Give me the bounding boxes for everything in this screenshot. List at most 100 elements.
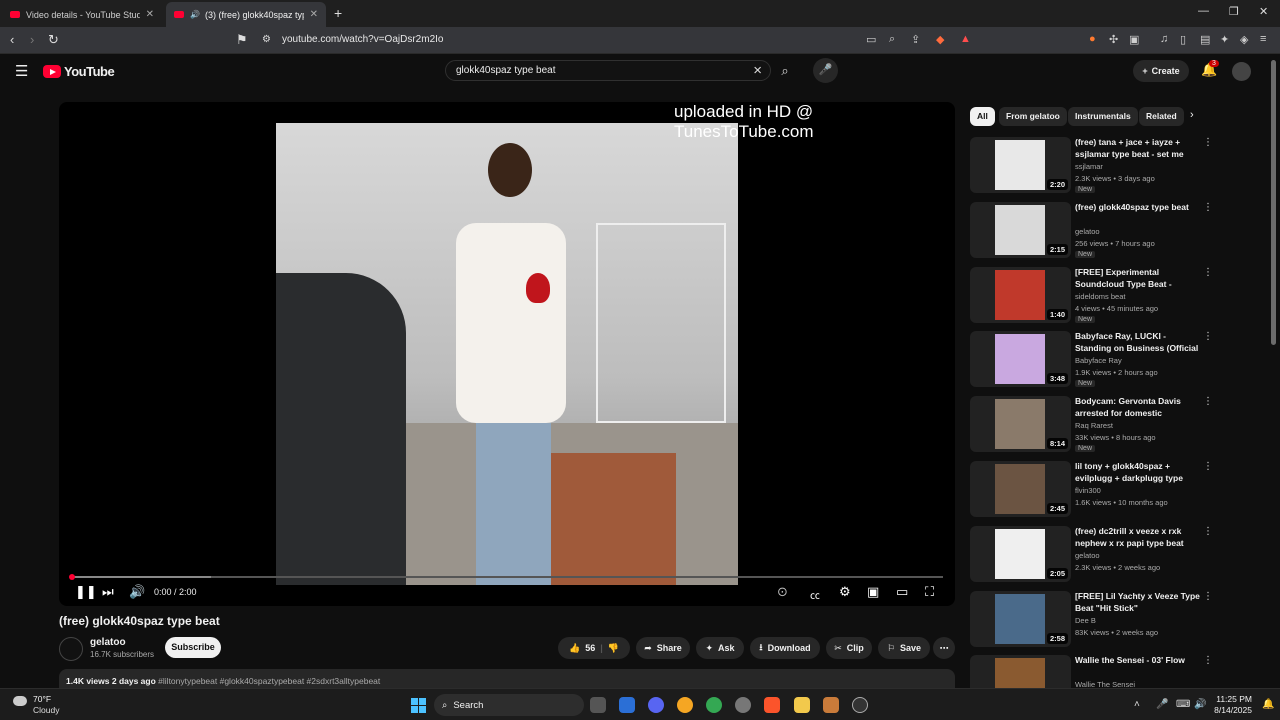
file-explorer-icon[interactable] (794, 697, 810, 713)
more-vertical-icon[interactable]: ⋮ (1203, 526, 1213, 537)
more-vertical-icon[interactable]: ⋮ (1203, 461, 1213, 472)
brave-icon[interactable] (764, 697, 780, 713)
autoplay-toggle-icon[interactable]: ⊙ (777, 584, 788, 600)
video-thumbnail[interactable]: 2:58 (970, 591, 1071, 647)
chip-related[interactable]: Related (1139, 107, 1184, 126)
miniplayer-icon[interactable]: ▣ (867, 584, 879, 600)
tab-current-video[interactable]: 🔊 (3) (free) glokk40spaz type beat ✕ (166, 2, 326, 27)
video-thumbnail[interactable]: 2:45 (970, 461, 1071, 517)
extensions-puzzle-icon[interactable]: ✣ (1109, 33, 1118, 46)
like-icon[interactable]: 👍 (569, 643, 580, 654)
volume-icon[interactable]: 🔊 (129, 584, 145, 600)
more-vertical-icon[interactable]: ⋮ (1203, 267, 1213, 278)
cast-icon[interactable]: ▭ (866, 33, 876, 46)
leo-ai-icon[interactable]: ✦ (1220, 33, 1229, 46)
brave-shields-icon[interactable]: ◆ (936, 33, 944, 46)
bookmark-icon[interactable]: ⚑ (236, 32, 248, 48)
video-thumbnail[interactable]: 3:48 (970, 331, 1071, 387)
pause-icon[interactable]: ❚❚ (75, 584, 97, 600)
weather-temperature[interactable]: 70°F (33, 694, 51, 704)
tab-youtube-studio[interactable]: Video details - YouTube Studio ✕ (2, 2, 162, 27)
video-thumbnail[interactable]: 1:40 (970, 267, 1071, 323)
windows-start-icon[interactable] (411, 698, 426, 713)
discord-icon[interactable] (648, 697, 664, 713)
video-thumbnail[interactable]: 8:14 (970, 396, 1071, 452)
more-vertical-icon[interactable]: ⋮ (1203, 137, 1213, 148)
media-icon[interactable]: ♫ (1160, 33, 1168, 45)
video-thumbnail[interactable]: 2:20 (970, 137, 1071, 193)
like-count[interactable]: 56 (585, 643, 595, 653)
recommendation-title[interactable]: Babyface Ray, LUCKI - Standing on Busine… (1075, 331, 1201, 355)
notification-center-icon[interactable]: 🔔 (1262, 699, 1274, 710)
video-thumbnail[interactable]: 2:15 (970, 202, 1071, 258)
recommendation-channel[interactable]: Dee B (1075, 616, 1096, 625)
network-icon[interactable]: ⌨ (1176, 699, 1190, 710)
clear-search-icon[interactable]: × (753, 62, 762, 79)
vpn-icon[interactable]: ◈ (1240, 33, 1248, 46)
new-tab-button[interactable]: + (334, 5, 342, 21)
close-window-icon[interactable]: ✕ (1259, 5, 1268, 18)
more-vertical-icon[interactable]: ⋮ (1203, 396, 1213, 407)
recommendation-item[interactable]: 1:40 [FREE] Experimental Soundcloud Type … (970, 267, 1215, 325)
clock-time[interactable]: 11:25 PM (1212, 694, 1252, 704)
screenshot-icon[interactable]: ▣ (1129, 33, 1139, 46)
site-settings-icon[interactable]: ⚙ (262, 34, 271, 45)
minimize-icon[interactable]: — (1198, 5, 1209, 17)
task-view-icon[interactable] (590, 697, 606, 713)
recommendation-channel[interactable]: Babyface Ray (1075, 356, 1122, 365)
store-icon[interactable] (619, 697, 635, 713)
voice-search-mic-icon[interactable]: 🎤 (813, 58, 838, 83)
save-button[interactable]: ⚐ Save (878, 637, 930, 659)
recommendation-title[interactable]: lil tony + glokk40spaz + evilplugg + dar… (1075, 461, 1201, 485)
clip-button[interactable]: ✂ Clip (826, 637, 872, 659)
recommendation-item[interactable]: 3:48 Babyface Ray, LUCKI - Standing on Bu… (970, 331, 1215, 389)
account-avatar[interactable] (1232, 62, 1251, 81)
ask-button[interactable]: ✦ Ask (696, 637, 744, 659)
search-input[interactable]: glokk40spaz type beat (456, 65, 556, 76)
download-button[interactable]: ⭳ Download (750, 637, 820, 659)
video-thumbnail[interactable]: 2:05 (970, 526, 1071, 582)
extension-icon[interactable]: ● (1089, 33, 1096, 45)
recommendation-channel[interactable]: Raq Rarest (1075, 421, 1113, 430)
steam-icon[interactable] (735, 697, 751, 713)
dislike-icon[interactable]: 👎 (608, 643, 619, 654)
chevron-right-icon[interactable]: › (1190, 109, 1194, 121)
more-vertical-icon[interactable]: ⋮ (1203, 202, 1213, 213)
recommendation-channel[interactable]: gelatoo (1075, 227, 1100, 236)
recommendation-title[interactable]: [FREE] Lil Yachty x Veeze Type Beat "Hit… (1075, 591, 1201, 614)
recommendation-title[interactable]: Wallie the Sensei - 03' Flow (1075, 655, 1201, 667)
close-tab-icon[interactable]: ✕ (146, 9, 154, 20)
recommendation-title[interactable]: [FREE] Experimental Soundcloud Type Beat… (1075, 267, 1201, 291)
page-scrollbar[interactable] (1271, 60, 1276, 345)
recommendation-channel[interactable]: sideldoms beat (1075, 292, 1125, 301)
brave-rewards-icon[interactable]: ▲ (960, 33, 971, 45)
weather-cloud-icon[interactable] (13, 696, 27, 706)
chip-from-channel[interactable]: From gelatoo (999, 107, 1067, 126)
youtube-logo[interactable]: YouTube (43, 64, 115, 79)
video-player[interactable]: uploaded in HD @ TunesToTube.com ❚❚ ⏭ 🔊 … (59, 102, 955, 606)
chip-all[interactable]: All (970, 107, 995, 126)
chip-instrumentals[interactable]: Instrumentals (1068, 107, 1138, 126)
recommendation-item[interactable]: 2:45 lil tony + glokk40spaz + evilplugg +… (970, 461, 1215, 519)
share-button[interactable]: ➦ Share (636, 637, 690, 659)
close-tab-icon[interactable]: ✕ (310, 9, 318, 20)
more-vertical-icon[interactable]: ⋮ (1203, 331, 1213, 342)
search-box[interactable]: glokk40spaz type beat × (445, 60, 771, 81)
settings-gear-icon[interactable]: ⚙ (839, 584, 851, 600)
scrubber-handle[interactable] (69, 574, 75, 580)
hamburger-menu-icon[interactable]: ☰ (15, 62, 28, 80)
back-icon[interactable]: ‹ (10, 32, 14, 47)
tray-mic-icon[interactable]: 🎤 (1156, 699, 1168, 710)
audio-playing-icon[interactable]: 🔊 (190, 10, 200, 19)
wallet-icon[interactable]: ▤ (1200, 33, 1210, 46)
more-vertical-icon[interactable]: ⋮ (1203, 591, 1213, 602)
create-button[interactable]: + Create (1133, 60, 1189, 82)
more-actions-button[interactable]: ⋯ (933, 637, 955, 659)
recommendation-item[interactable]: 8:14 Bodycam: Gervonta Davis arrested for… (970, 396, 1215, 454)
forward-icon[interactable]: › (30, 32, 34, 47)
zoom-icon[interactable]: ⌕ (889, 33, 895, 46)
share-page-icon[interactable]: ⇪ (911, 33, 920, 46)
clock-date[interactable]: 8/14/2025 (1212, 705, 1252, 715)
captions-icon[interactable]: ㏄ (810, 587, 820, 602)
reload-icon[interactable]: ↻ (48, 32, 59, 48)
